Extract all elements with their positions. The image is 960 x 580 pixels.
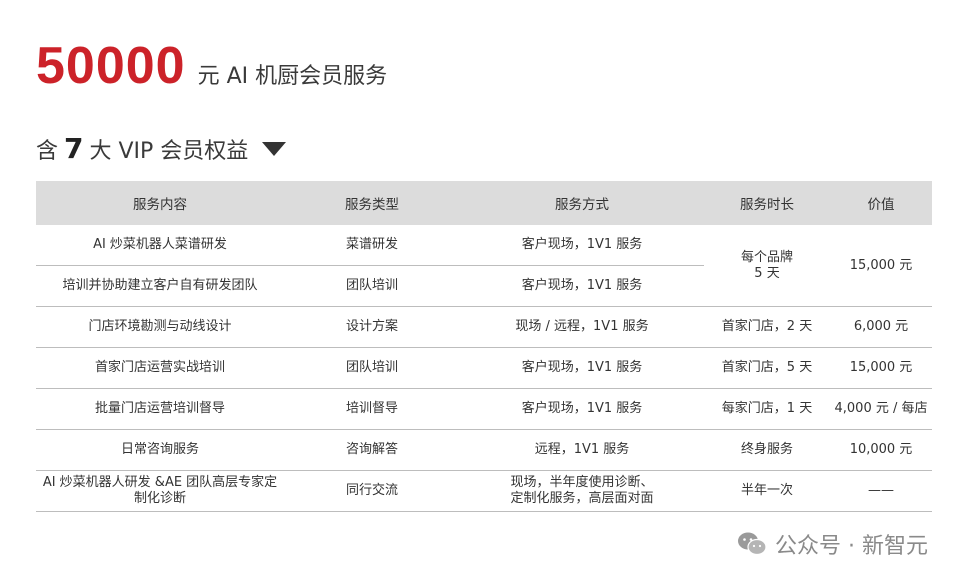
table-row: 首家门店运营实战培训 团队培训 客户现场，1V1 服务 首家门店，5 天 15,… — [36, 347, 932, 389]
column-header: 服务类型 — [284, 181, 460, 225]
cell-value-merged: 15,000 元 — [830, 225, 932, 307]
cell-duration-merged: 每个品牌 5 天 — [704, 225, 830, 307]
cell-content: AI 炒菜机器人菜谱研发 — [36, 225, 284, 266]
watermark: 公众号 · 新智元 — [737, 528, 928, 560]
cell-value: —— — [830, 470, 932, 512]
cell-type: 培训督导 — [284, 388, 460, 430]
cell-value: 6,000 元 — [830, 306, 932, 348]
content-line: AI 炒菜机器人研发 &AE 团队高层专家定 — [42, 475, 278, 490]
cell-duration: 首家门店，2 天 — [704, 306, 830, 348]
subtitle-suffix: 大 VIP 会员权益 — [89, 138, 249, 164]
subtitle-number: 7 — [64, 132, 84, 165]
duration-line: 5 天 — [754, 265, 780, 281]
cell-method: 客户现场，1V1 服务 — [460, 347, 704, 389]
cell-method: 客户现场，1V1 服务 — [460, 225, 704, 266]
cell-method: 客户现场，1V1 服务 — [460, 388, 704, 430]
table-row: 门店环境勘测与动线设计 设计方案 现场 / 远程，1V1 服务 首家门店，2 天… — [36, 306, 932, 348]
table-header-row: 服务内容 服务类型 服务方式 服务时长 价值 — [36, 181, 932, 225]
benefits-subtitle: 含 7 大 VIP 会员权益 — [36, 132, 287, 165]
cell-method: 现场，半年度使用诊断、 定制化服务，高层面对面 — [460, 470, 704, 512]
column-header: 价值 — [830, 181, 932, 225]
cell-content: 批量门店运营培训督导 — [36, 388, 284, 430]
title-row: 50000 元 AI 机厨会员服务 — [36, 36, 387, 96]
cell-duration: 每家门店，1 天 — [704, 388, 830, 430]
price-amount: 50000 — [36, 37, 186, 95]
column-header: 服务内容 — [36, 181, 284, 225]
cell-content: 日常咨询服务 — [36, 429, 284, 471]
price-suffix: 元 AI 机厨会员服务 — [197, 64, 388, 89]
table-row: 批量门店运营培训督导 培训督导 客户现场，1V1 服务 每家门店，1 天 4,0… — [36, 388, 932, 430]
method-line: 定制化服务，高层面对面 — [510, 491, 654, 506]
cell-method: 客户现场，1V1 服务 — [460, 265, 704, 307]
cell-method: 远程，1V1 服务 — [460, 429, 704, 471]
cell-type: 设计方案 — [284, 306, 460, 348]
cell-content: AI 炒菜机器人研发 &AE 团队高层专家定 制化诊断 — [36, 470, 284, 512]
cell-type: 团队培训 — [284, 265, 460, 307]
table-row: 日常咨询服务 咨询解答 远程，1V1 服务 终身服务 10,000 元 — [36, 429, 932, 471]
wechat-icon — [738, 532, 767, 556]
column-header: 服务时长 — [704, 181, 830, 225]
cell-type: 同行交流 — [284, 470, 460, 512]
cell-type: 团队培训 — [284, 347, 460, 389]
cell-value: 4,000 元 / 每店 — [830, 388, 932, 430]
cell-value: 10,000 元 — [830, 429, 932, 471]
table-row: AI 炒菜机器人菜谱研发 菜谱研发 客户现场，1V1 服务 每个品牌 5 天 1… — [36, 225, 932, 307]
benefits-table: 服务内容 服务类型 服务方式 服务时长 价值 AI 炒菜机器人菜谱研发 菜谱研发… — [36, 181, 932, 512]
cell-method: 现场 / 远程，1V1 服务 — [460, 306, 704, 348]
cell-content: 门店环境勘测与动线设计 — [36, 306, 284, 348]
watermark-text: 公众号 · 新智元 — [775, 534, 928, 559]
table-row: AI 炒菜机器人研发 &AE 团队高层专家定 制化诊断 同行交流 现场，半年度使… — [36, 470, 932, 512]
content-line: 制化诊断 — [133, 491, 186, 506]
cell-duration: 终身服务 — [704, 429, 830, 471]
method-line: 现场，半年度使用诊断、 — [510, 475, 654, 490]
column-header: 服务方式 — [460, 181, 704, 225]
triangle-down-icon — [262, 141, 287, 156]
cell-value: 15,000 元 — [830, 347, 932, 389]
duration-line: 每个品牌 — [740, 249, 793, 265]
cell-duration: 首家门店，5 天 — [704, 347, 830, 389]
cell-content: 首家门店运营实战培训 — [36, 347, 284, 389]
cell-type: 咨询解答 — [284, 429, 460, 471]
cell-duration: 半年一次 — [704, 470, 830, 512]
cell-content: 培训并协助建立客户自有研发团队 — [36, 265, 284, 307]
cell-type: 菜谱研发 — [284, 225, 460, 266]
subtitle-prefix: 含 — [36, 138, 59, 164]
